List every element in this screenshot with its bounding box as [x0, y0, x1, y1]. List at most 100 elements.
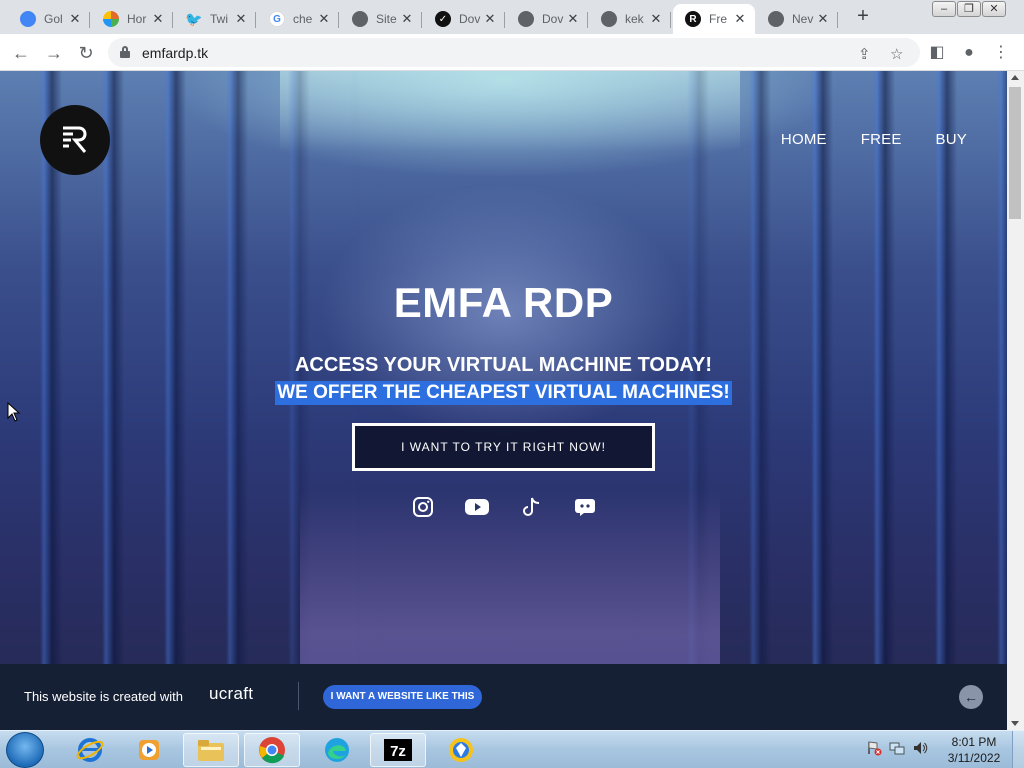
tab-title: Twi — [210, 12, 228, 26]
check-circle-icon: ✓ — [435, 11, 451, 27]
tagline-primary: ACCESS YOUR VIRTUAL MACHINE TODAY! — [294, 354, 713, 376]
tab-title: Nev — [792, 12, 814, 26]
7zip-icon[interactable]: 7z — [370, 733, 426, 767]
close-icon[interactable]: ✕ — [649, 11, 663, 27]
tab-title: che — [293, 12, 313, 26]
close-icon[interactable]: ✕ — [733, 11, 747, 27]
system-clock[interactable]: 8:01 PM 3/11/2022 — [940, 734, 1008, 766]
vertical-scrollbar[interactable] — [1007, 71, 1024, 730]
system-tray — [866, 740, 928, 756]
close-icon[interactable]: ✕ — [317, 11, 331, 27]
close-window-button[interactable]: ✕ — [982, 1, 1006, 17]
scroll-up-icon[interactable] — [1011, 75, 1019, 80]
close-icon[interactable]: ✕ — [483, 11, 497, 27]
url-text[interactable]: emfardp.tk — [142, 45, 208, 61]
youtube-icon[interactable] — [464, 495, 489, 519]
browser-tab[interactable]: Hor ✕ — [91, 4, 173, 34]
want-website-button[interactable]: I WANT A WEBSITE LIKE THIS — [323, 685, 482, 709]
menu-kebab-icon[interactable]: ⋮ — [990, 42, 1012, 64]
try-now-button[interactable]: I WANT TO TRY IT RIGHT NOW! — [352, 423, 655, 471]
close-icon[interactable]: ✕ — [68, 11, 82, 27]
minimize-button[interactable]: – — [932, 1, 956, 17]
svg-text:7z: 7z — [390, 743, 406, 760]
hero-title: EMFA RDP — [393, 279, 614, 326]
volume-icon[interactable] — [912, 740, 928, 756]
bitwarden-icon[interactable] — [433, 733, 489, 767]
globe-icon — [352, 11, 368, 27]
tab-title: Dov — [542, 12, 564, 26]
close-icon[interactable]: ✕ — [400, 11, 414, 27]
tab-title: Fre — [709, 12, 727, 26]
maximize-button[interactable]: ❐ — [957, 1, 981, 17]
close-icon[interactable]: ✕ — [234, 11, 248, 27]
network-icon[interactable] — [889, 740, 905, 756]
forward-button[interactable]: → — [43, 42, 65, 64]
tab-title: Dov — [459, 12, 481, 26]
tiktok-icon[interactable] — [519, 495, 543, 519]
arrow-left-icon[interactable]: ← — [959, 685, 983, 709]
globe-icon — [518, 11, 534, 27]
edge-icon[interactable] — [309, 733, 365, 767]
nav-home[interactable]: HOME — [781, 131, 827, 148]
tab-title: kek — [625, 12, 644, 26]
share-icon[interactable]: ⇪ — [858, 45, 871, 63]
site-nav: HOME FREE BUY — [781, 131, 967, 148]
show-desktop-button[interactable] — [1012, 731, 1024, 768]
nav-buy[interactable]: BUY — [936, 131, 967, 148]
emfa-logo-icon — [63, 126, 87, 153]
browser-tab-active[interactable]: R Fre ✕ — [673, 4, 755, 34]
close-icon[interactable]: ✕ — [151, 11, 165, 27]
google-g-icon: G — [269, 11, 285, 27]
instagram-icon[interactable] — [411, 495, 435, 519]
browser-tab[interactable]: 🐦 Twi ✕ — [174, 4, 256, 34]
tab-title: Gol — [44, 12, 63, 26]
globe-icon — [601, 11, 617, 27]
browser-tab[interactable]: kek ✕ — [589, 4, 671, 34]
web-page: HOME FREE BUY EMFA RDP ACCESS YOUR VIRTU… — [0, 71, 1007, 730]
nav-free[interactable]: FREE — [861, 131, 902, 148]
tab-title: Hor — [127, 12, 147, 26]
action-center-flag-icon[interactable] — [866, 740, 882, 756]
clock-time: 8:01 PM — [951, 735, 997, 749]
social-links — [0, 495, 1007, 519]
discord-icon[interactable] — [573, 495, 597, 519]
browser-tab[interactable]: Dov ✕ — [506, 4, 588, 34]
site-logo[interactable] — [40, 105, 110, 175]
lock-icon[interactable] — [120, 46, 130, 58]
browser-tab[interactable]: Site ✕ — [340, 4, 422, 34]
file-explorer-icon[interactable] — [183, 733, 239, 767]
windows-taskbar: 7z 8:01 PM 3/11/2022 — [0, 730, 1024, 768]
chrome-taskbar-icon[interactable] — [244, 733, 300, 767]
mouse-cursor-icon — [7, 402, 21, 422]
internet-explorer-icon[interactable] — [62, 733, 118, 767]
made-with-text: This website is created with — [24, 689, 183, 704]
emfa-logo-icon: R — [685, 11, 701, 27]
tab-title: Site — [376, 12, 397, 26]
new-tab-button[interactable]: + — [852, 6, 874, 28]
browser-tab[interactable]: G che ✕ — [257, 4, 339, 34]
close-icon[interactable]: ✕ — [816, 11, 830, 27]
clock-date: 3/11/2022 — [947, 751, 1001, 765]
scroll-down-icon[interactable] — [1011, 721, 1019, 726]
back-button[interactable]: ← — [10, 42, 32, 64]
browser-tab[interactable]: ✓ Dov ✕ — [423, 4, 505, 34]
ucraft-logo[interactable]: ucraft — [209, 684, 253, 704]
browser-toolbar: ← → ↻ emfardp.tk ⇪ ☆ ◧ ● ⋮ — [0, 34, 1024, 71]
address-bar[interactable]: emfardp.tk ⇪ ☆ — [108, 38, 920, 67]
browser-tab[interactable]: Gol ✕ — [8, 4, 90, 34]
tagline-secondary-highlighted: WE OFFER THE CHEAPEST VIRTUAL MACHINES! — [275, 381, 732, 405]
ucraft-banner: This website is created with ucraft I WA… — [0, 664, 1007, 730]
media-player-icon[interactable] — [121, 733, 177, 767]
chrome-icon — [768, 11, 784, 27]
tab-strip: Gol ✕ Hor ✕ 🐦 Twi ✕ G che ✕ Site ✕ ✓ Dov… — [0, 0, 1024, 34]
close-icon[interactable]: ✕ — [566, 11, 580, 27]
profile-avatar-icon[interactable]: ● — [958, 42, 980, 64]
reload-button[interactable]: ↻ — [75, 42, 97, 64]
browser-tab[interactable]: Nev ✕ — [756, 4, 838, 34]
bookmark-star-icon[interactable]: ☆ — [890, 45, 903, 63]
side-panel-icon[interactable]: ◧ — [926, 42, 948, 64]
scroll-thumb[interactable] — [1009, 87, 1021, 219]
window-controls: – ❐ ✕ — [931, 1, 1006, 17]
colorful-icon — [103, 11, 119, 27]
start-button[interactable] — [6, 732, 44, 768]
